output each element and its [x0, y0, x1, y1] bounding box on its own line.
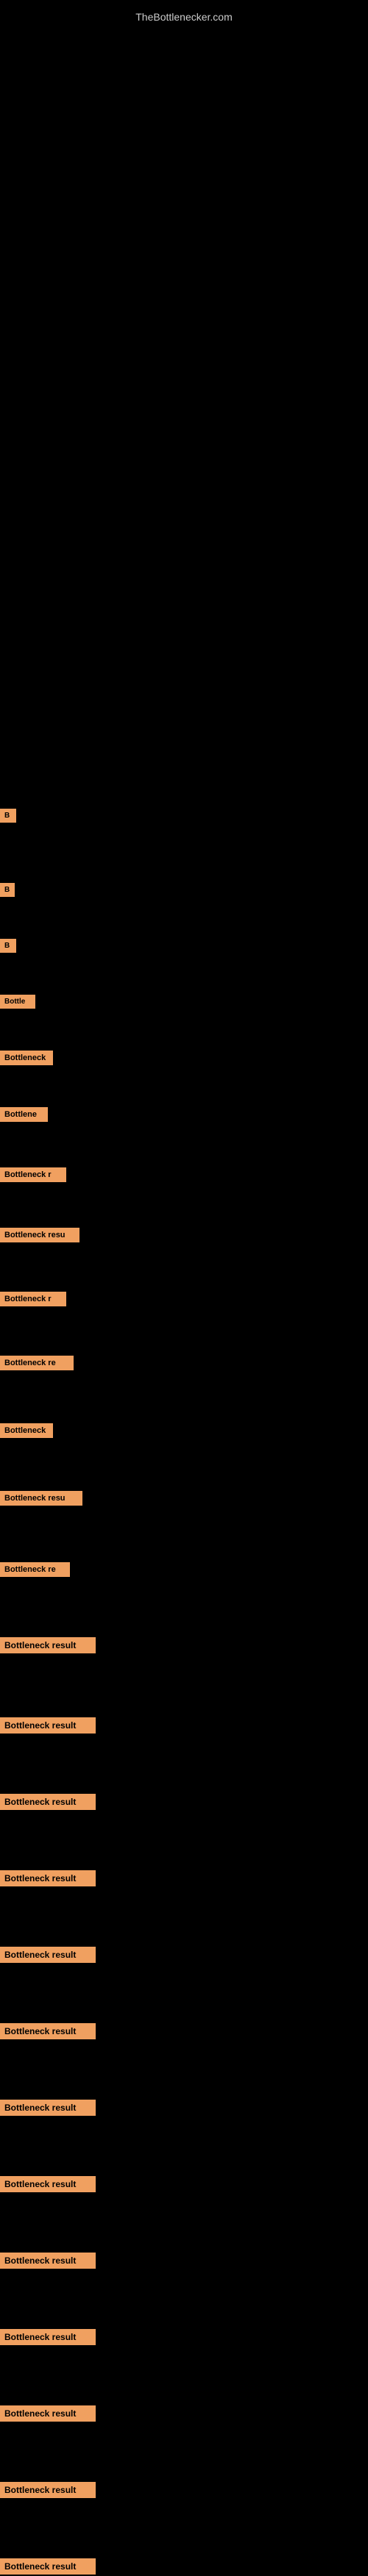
bottleneck-item: Bottleneck result: [0, 1870, 368, 1886]
bottleneck-result-label[interactable]: Bottleneck resu: [0, 1228, 79, 1242]
site-title: TheBottlenecker.com: [0, 4, 368, 30]
bottleneck-result-label[interactable]: Bottleneck result: [0, 2482, 96, 2498]
bottleneck-result-label[interactable]: Bottleneck result: [0, 1637, 96, 1653]
bottleneck-item: Bottleneck result: [0, 1717, 368, 1734]
bottleneck-result-label[interactable]: Bottleneck r: [0, 1167, 66, 1182]
bottleneck-item: Bottleneck re: [0, 1356, 368, 1370]
bottleneck-items-container: B B B Bottle Bottleneck Bottlene Bottleneck r B…: [0, 809, 368, 2576]
bottleneck-item: Bottleneck result: [0, 2100, 368, 2116]
bottleneck-item: Bottleneck re: [0, 1562, 368, 1577]
bottleneck-item: Bottleneck result: [0, 2558, 368, 2575]
bottleneck-item: B: [0, 809, 368, 823]
bottleneck-item: Bottleneck resu: [0, 1491, 368, 1506]
bottleneck-result-label[interactable]: Bottleneck result: [0, 1794, 96, 1810]
bottleneck-item: Bottleneck result: [0, 2253, 368, 2269]
bottleneck-item: Bottleneck result: [0, 2023, 368, 2039]
bottleneck-result-label[interactable]: Bottleneck result: [0, 2176, 96, 2192]
bottleneck-item: Bottle: [0, 995, 368, 1009]
bottleneck-result-label[interactable]: Bottleneck result: [0, 2023, 96, 2039]
bottleneck-item: B: [0, 883, 368, 897]
bottleneck-result-label[interactable]: Bottleneck result: [0, 1870, 96, 1886]
bottleneck-result-label[interactable]: Bottle: [0, 995, 35, 1009]
bottleneck-item: Bottlene: [0, 1107, 368, 1122]
bottleneck-item: Bottleneck result: [0, 2405, 368, 2422]
bottleneck-result-label[interactable]: Bottleneck result: [0, 2253, 96, 2269]
bottleneck-item: Bottleneck result: [0, 2329, 368, 2345]
bottleneck-item: Bottleneck result: [0, 1637, 368, 1653]
bottleneck-result-label[interactable]: Bottleneck r: [0, 1292, 66, 1306]
bottleneck-result-label[interactable]: B: [0, 809, 16, 823]
bottleneck-item: Bottleneck resu: [0, 1228, 368, 1242]
bottleneck-result-label[interactable]: Bottleneck result: [0, 2405, 96, 2422]
bottleneck-result-label[interactable]: Bottleneck result: [0, 2329, 96, 2345]
bottleneck-item: B: [0, 939, 368, 953]
bottleneck-item: Bottleneck result: [0, 1947, 368, 1963]
bottleneck-result-label[interactable]: Bottleneck result: [0, 1947, 96, 1963]
bottleneck-result-label[interactable]: B: [0, 939, 16, 953]
bottleneck-result-label[interactable]: Bottleneck re: [0, 1562, 70, 1577]
bottleneck-result-label[interactable]: B: [0, 883, 15, 897]
bottleneck-result-label[interactable]: Bottleneck: [0, 1051, 53, 1065]
bottleneck-item: Bottleneck: [0, 1423, 368, 1438]
bottleneck-item: Bottleneck: [0, 1051, 368, 1065]
bottleneck-result-label[interactable]: Bottleneck result: [0, 2558, 96, 2575]
bottleneck-item: Bottleneck r: [0, 1292, 368, 1306]
bottleneck-result-label[interactable]: Bottleneck re: [0, 1356, 74, 1370]
bottleneck-item: Bottleneck result: [0, 1794, 368, 1810]
bottleneck-item: Bottleneck r: [0, 1167, 368, 1182]
bottleneck-result-label[interactable]: Bottleneck resu: [0, 1491, 82, 1506]
bottleneck-result-label[interactable]: Bottleneck result: [0, 2100, 96, 2116]
bottleneck-item: Bottleneck result: [0, 2482, 368, 2498]
bottleneck-result-label[interactable]: Bottleneck result: [0, 1717, 96, 1734]
bottleneck-item: Bottleneck result: [0, 2176, 368, 2192]
bottleneck-result-label[interactable]: Bottleneck: [0, 1423, 53, 1438]
bottleneck-result-label[interactable]: Bottlene: [0, 1107, 48, 1122]
